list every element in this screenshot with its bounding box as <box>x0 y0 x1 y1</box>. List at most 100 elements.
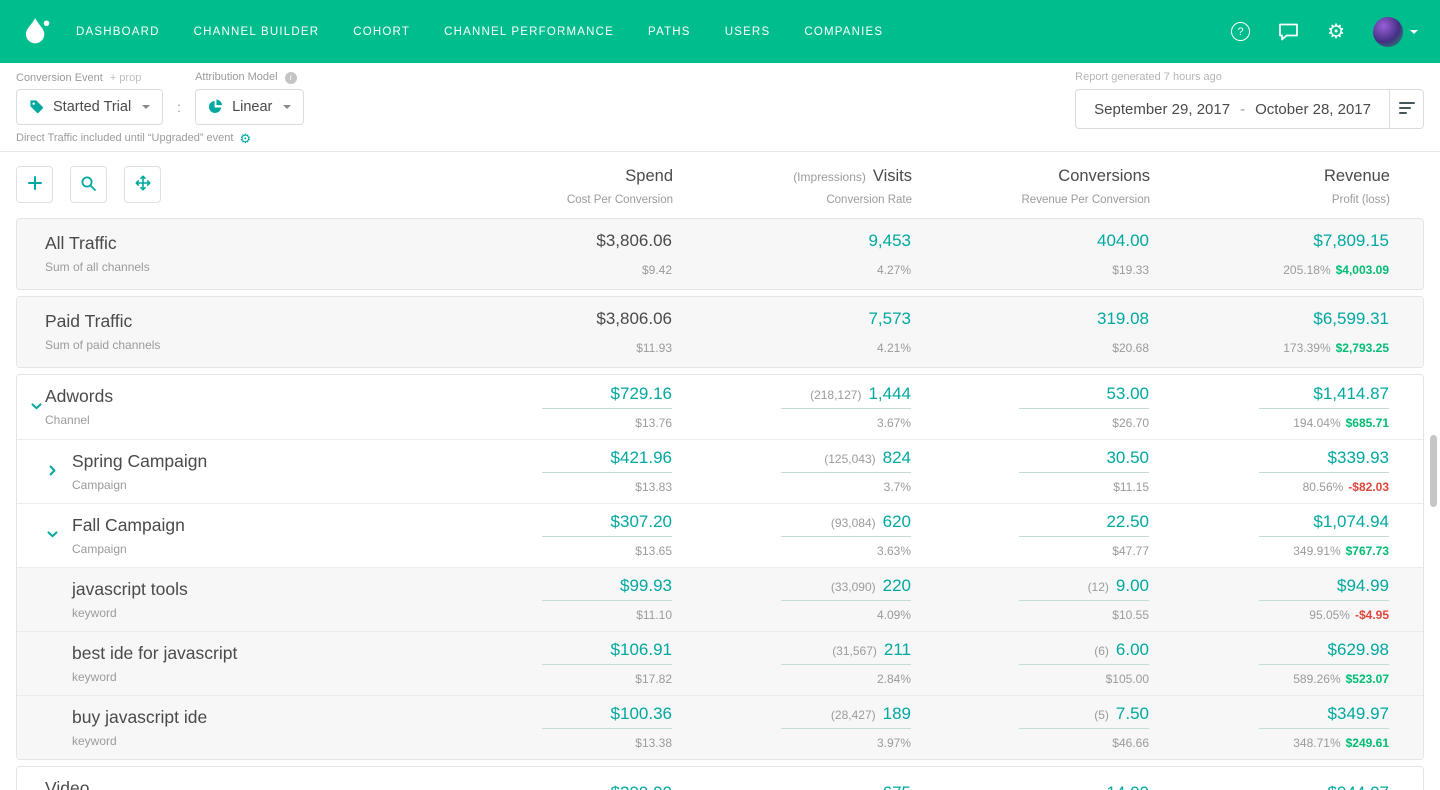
visits-value[interactable]: 9,453 <box>868 231 911 251</box>
column-header-visits[interactable]: (Impressions) Visits Conversion Rate <box>673 164 912 206</box>
spend-value[interactable]: $100.36 <box>611 704 672 724</box>
conversions-value[interactable]: 53.00 <box>1106 384 1149 404</box>
conversions-value[interactable]: 30.50 <box>1106 448 1149 468</box>
nav-item-channel-performance[interactable]: CHANNEL PERFORMANCE <box>444 26 614 38</box>
row-title: Adwords <box>45 386 432 407</box>
spend-value[interactable]: $99.93 <box>620 576 672 596</box>
visits-value[interactable]: 1,444 <box>868 384 911 404</box>
visits-value[interactable]: 675 <box>883 783 911 790</box>
visits-main: 7,573 <box>868 309 911 334</box>
row-name-cell: Spring CampaignCampaign <box>17 440 432 503</box>
visits-sub-value: 4.27% <box>877 263 911 277</box>
profit-amount: $523.07 <box>1346 672 1389 686</box>
note-gear-icon[interactable]: ⚙ <box>239 132 251 145</box>
revenue-main: $6,599.31 <box>1313 309 1389 334</box>
add-prop-link[interactable]: + prop <box>110 72 142 84</box>
revenue-cell: $6,599.31173.39%$2,793.25 <box>1149 297 1423 367</box>
spend-value[interactable]: $299.90 <box>611 783 672 790</box>
visits-sub-value: 3.7% <box>884 480 911 494</box>
chevron-down-icon[interactable] <box>46 528 59 541</box>
spend-value: $3,806.06 <box>596 231 672 251</box>
conversions-value[interactable]: 14.00 <box>1106 783 1149 790</box>
revenue-value[interactable]: $6,599.31 <box>1313 309 1389 329</box>
revenue-value[interactable]: $339.93 <box>1328 448 1389 468</box>
profit-percent: 589.26% <box>1293 672 1340 686</box>
conversions-value[interactable]: 7.50 <box>1116 704 1149 724</box>
spend-value[interactable]: $307.20 <box>611 512 672 532</box>
user-menu[interactable] <box>1373 17 1418 47</box>
profit-percent: 173.39% <box>1283 341 1330 355</box>
revenue-value[interactable]: $7,809.15 <box>1313 231 1389 251</box>
revenue-value[interactable]: $629.98 <box>1328 640 1389 660</box>
conversions-main: (12)9.00 <box>1019 576 1149 601</box>
spend-main: $99.93 <box>542 576 672 601</box>
nav-item-companies[interactable]: COMPANIES <box>804 26 883 38</box>
date-range-picker[interactable]: September 29, 2017 - October 28, 2017 <box>1075 89 1390 129</box>
pie-chart-icon <box>208 99 223 114</box>
search-button[interactable] <box>70 166 107 203</box>
visits-value[interactable]: 220 <box>883 576 911 596</box>
revenue-sub-value: 589.26% $523.07 <box>1293 672 1389 686</box>
revenue-value[interactable]: $1,074.94 <box>1313 512 1389 532</box>
attribution-model-dropdown[interactable]: Linear <box>195 89 304 125</box>
revenue-main: $349.97 <box>1259 704 1389 729</box>
add-channel-button[interactable] <box>16 166 53 203</box>
nav-item-channel-builder[interactable]: CHANNEL BUILDER <box>194 26 320 38</box>
revenue-value[interactable]: $944.07 <box>1328 783 1389 790</box>
visits-value[interactable]: 620 <box>883 512 911 532</box>
gear-icon[interactable]: ⚙ <box>1327 22 1345 42</box>
reorder-button[interactable] <box>124 166 161 203</box>
visits-main: (218,127)1,444 <box>781 384 911 409</box>
visits-value[interactable]: 824 <box>883 448 911 468</box>
conversions-cell: (6)6.00$105.00 <box>911 632 1149 695</box>
table-row: Paid TrafficSum of paid channels$3,806.0… <box>17 297 1423 367</box>
search-icon <box>80 175 97 195</box>
spend-value[interactable]: $106.91 <box>611 640 672 660</box>
chevron-right-icon[interactable] <box>46 464 59 477</box>
visits-cell: (33,090)2204.09% <box>672 568 911 631</box>
row-name-cell: All TrafficSum of all channels <box>17 219 432 289</box>
report-options-button[interactable] <box>1390 89 1424 129</box>
visits-sub-value: 4.09% <box>877 608 911 622</box>
table-row: best ide for javascriptkeyword$106.91$17… <box>17 631 1423 695</box>
row-title: buy javascript ide <box>72 707 432 728</box>
chat-icon[interactable] <box>1278 22 1299 41</box>
column-header-spend[interactable]: Spend Cost Per Conversion <box>433 164 673 206</box>
attribution-model-label-text: Attribution Model <box>195 71 278 83</box>
spend-value[interactable]: $421.96 <box>611 448 672 468</box>
revenue-value[interactable]: $1,414.87 <box>1313 384 1389 404</box>
scrollbar-thumb[interactable] <box>1430 435 1437 507</box>
row-title: Paid Traffic <box>45 311 432 332</box>
conversions-value[interactable]: 22.50 <box>1106 512 1149 532</box>
conversions-value[interactable]: 6.00 <box>1116 640 1149 660</box>
row-card: All TrafficSum of all channels $3,806.06 $… <box>16 218 1424 290</box>
visits-value[interactable]: 211 <box>884 640 911 660</box>
conversions-value[interactable]: 404.00 <box>1097 231 1149 251</box>
conversions-value[interactable]: 319.08 <box>1097 309 1149 329</box>
column-subtitle: Conversion Rate <box>826 194 912 206</box>
help-icon[interactable]: ? <box>1231 22 1250 41</box>
chevron-down-icon[interactable] <box>30 400 43 413</box>
nav-items: DASHBOARD CHANNEL BUILDER COHORT CHANNEL PE… <box>76 26 1231 38</box>
nav-item-dashboard[interactable]: DASHBOARD <box>76 26 160 38</box>
conversion-event-dropdown[interactable]: Started Trial <box>16 89 163 125</box>
logo[interactable] <box>22 15 52 49</box>
info-icon[interactable]: i <box>285 72 297 84</box>
spend-value[interactable]: $729.16 <box>611 384 672 404</box>
avatar[interactable] <box>1373 17 1403 47</box>
table-row: buy javascript idekeyword$100.36$13.38(2… <box>17 695 1423 759</box>
revenue-value[interactable]: $349.97 <box>1328 704 1389 724</box>
visits-value[interactable]: 189 <box>883 704 911 724</box>
spend-main: $106.91 <box>542 640 672 665</box>
column-header-conversions[interactable]: Conversions Revenue Per Conversion <box>912 164 1150 206</box>
nav-item-users[interactable]: USERS <box>725 26 771 38</box>
conversions-value[interactable]: 9.00 <box>1116 576 1149 596</box>
visits-value[interactable]: 7,573 <box>868 309 911 329</box>
nav-item-cohort[interactable]: COHORT <box>353 26 410 38</box>
column-header-revenue[interactable]: Revenue Profit (loss) <box>1150 164 1424 206</box>
revenue-value[interactable]: $94.99 <box>1337 576 1389 596</box>
conversions-sub-value: $26.70 <box>1112 416 1149 430</box>
spend-sub-value: $11.93 <box>636 341 672 355</box>
nav-item-paths[interactable]: PATHS <box>648 26 691 38</box>
conversions-main: 404.00 <box>1097 231 1149 256</box>
